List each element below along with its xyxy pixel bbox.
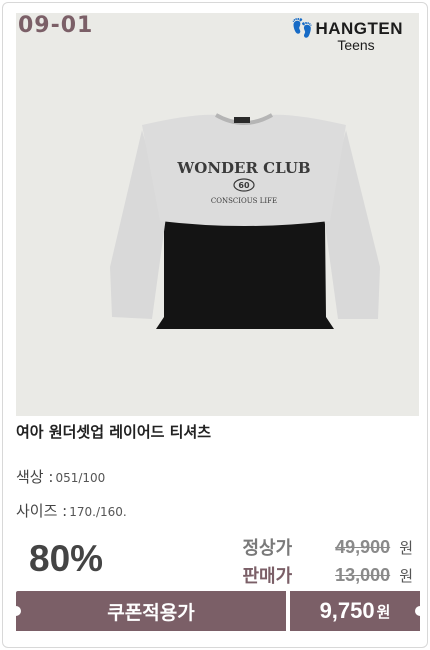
color-label: 색상 : xyxy=(16,468,54,486)
color-spec: 색상 :051/100 xyxy=(16,466,105,487)
regular-price-label: 정상가 xyxy=(242,538,293,559)
neck-label xyxy=(234,117,250,123)
brand-logo: 👣 HANGTEN Teens xyxy=(291,19,403,53)
product-code: 09-01 xyxy=(18,13,94,38)
sale-price-value: 13,000 xyxy=(335,564,391,585)
regular-price-value: 49,900 xyxy=(335,536,391,557)
final-price[interactable]: 9,750 원 xyxy=(290,591,425,631)
regular-price-currency: 원 xyxy=(399,538,413,557)
product-card[interactable]: 09-01 👣 HANGTEN Teens WONDER CLUB 60 CON… xyxy=(2,2,428,648)
print-line1: WONDER CLUB xyxy=(176,159,310,177)
final-price-currency: 원 xyxy=(376,602,391,621)
product-image[interactable]: 09-01 👣 HANGTEN Teens WONDER CLUB 60 CON… xyxy=(16,13,419,416)
color-value: 051/100 xyxy=(55,471,106,485)
coupon-price-button[interactable]: 쿠폰적용가 xyxy=(11,591,286,631)
coupon-bar[interactable]: 쿠폰적용가 9,750 원 xyxy=(11,591,425,631)
regular-price-row: 정상가 49,900 원 xyxy=(213,533,414,561)
brand-name: HANGTEN xyxy=(315,19,403,38)
product-title[interactable]: 여아 원더셋업 레이어드 티셔츠 xyxy=(16,421,211,442)
footprint-icon: 👣 xyxy=(291,18,314,39)
ticket-notch-right xyxy=(415,606,425,616)
price-block: 정상가 49,900 원 판매가 13,000 원 xyxy=(213,533,414,589)
sale-price-currency: 원 xyxy=(399,566,413,585)
shirt-illustration: WONDER CLUB 60 CONSCIOUS LIFE xyxy=(110,113,380,329)
sale-price-label: 판매가 xyxy=(242,566,293,587)
size-label: 사이즈 : xyxy=(16,502,68,520)
print-line2: CONSCIOUS LIFE xyxy=(211,197,277,205)
brand-sub: Teens xyxy=(337,37,375,53)
print-num: 60 xyxy=(238,181,250,190)
final-price-value: 9,750 xyxy=(319,598,375,623)
discount-rate: 80% xyxy=(29,538,104,579)
size-spec: 사이즈 :170./160. xyxy=(16,500,127,521)
sale-price-row: 판매가 13,000 원 xyxy=(213,561,414,589)
coupon-label: 쿠폰적용가 xyxy=(107,601,195,624)
size-value: 170./160. xyxy=(69,505,127,519)
ticket-notch-left xyxy=(11,606,21,616)
